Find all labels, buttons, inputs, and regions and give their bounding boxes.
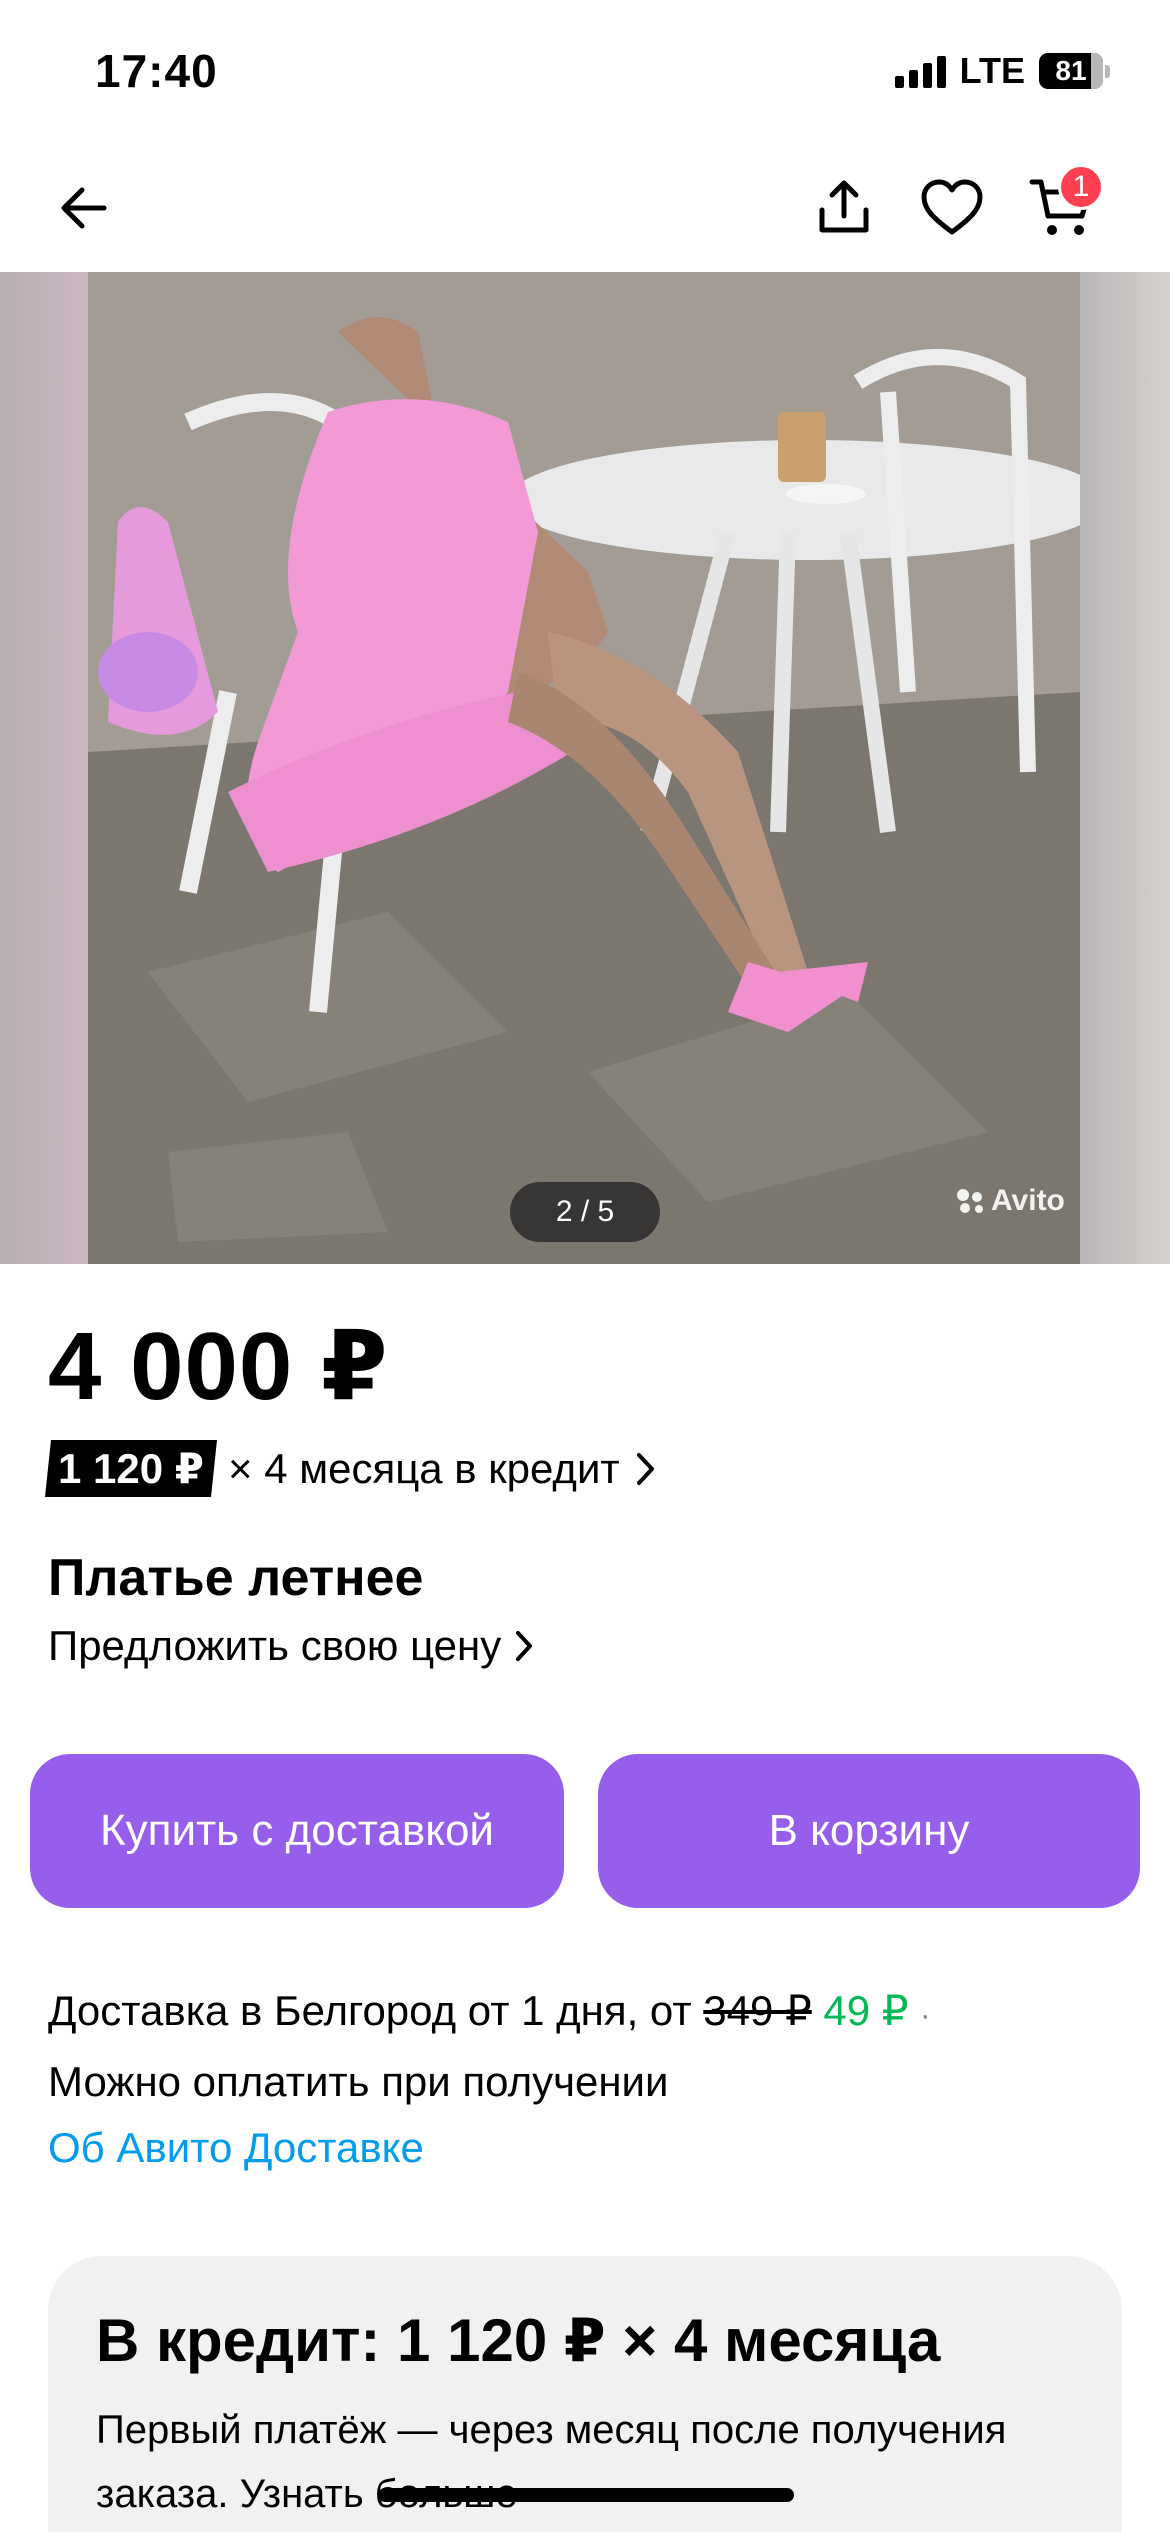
credit-monthly-badge: 1 120 ₽ [45,1440,217,1497]
delivery-text: Доставка в Белгород от 1 дня, от [48,1987,704,2034]
credit-terms: × 4 месяца в кредит [228,1444,620,1492]
about-delivery-link[interactable]: Об Авито Доставке [48,2115,930,2181]
chevron-right-icon [513,1628,535,1664]
chevron-right-icon [634,1450,658,1488]
offer-price-link[interactable]: Предложить свою цену [48,1622,535,1670]
signal-icon [894,54,946,88]
credit-card-title: В кредит: 1 120 ₽ × 4 месяца [96,2307,941,2374]
avito-watermark: Avito [955,1184,1065,1218]
buy-with-delivery-button[interactable]: Купить с доставкой [30,1754,564,1908]
back-button[interactable] [46,170,122,246]
delivery-info: Доставка в Белгород от 1 дня, от 349 ₽ 4… [48,1978,930,2181]
share-button[interactable] [806,170,882,246]
heart-icon [921,179,983,235]
network-type: LTE [959,50,1025,91]
watermark-text: Avito [991,1184,1065,1217]
credit-offer-link[interactable]: 1 120 ₽ × 4 месяца в кредит [45,1440,658,1497]
credit-monthly-amount: 1 120 ₽ [58,1445,204,1492]
delivery-old-price: 349 ₽ [703,1987,812,2034]
payment-on-delivery: Можно оплатить при получении [48,2058,669,2105]
favorite-button[interactable] [914,170,990,246]
add-to-cart-button[interactable]: В корзину [598,1754,1140,1908]
top-nav-bar: 1 [0,140,1170,272]
cart-button[interactable]: 1 [1024,164,1104,246]
status-bar: 17:40 LTE 81 [0,0,1170,140]
delivery-line: Доставка в Белгород от 1 дня, от 349 ₽ 4… [48,1978,930,2049]
photo-gallery[interactable]: 2 / 5 Avito [0,272,1170,1264]
battery-icon: 81 [1039,53,1110,89]
battery-level: 81 [1055,55,1087,86]
status-time: 17:40 [95,45,218,97]
delivery-new-price: 49 ₽ [823,1987,909,2034]
product-photo[interactable] [88,272,1080,1264]
photo-counter: 2 / 5 [510,1182,660,1242]
offer-price-label: Предложить свою цену [48,1622,502,1669]
home-indicator [378,2488,794,2502]
arrow-left-icon [61,187,107,229]
share-icon [819,180,869,233]
dress-photo-illustration [88,272,1080,1264]
cart-count-badge: 1 [1058,164,1104,210]
next-photo-preview[interactable] [1080,272,1170,1264]
previous-photo-preview[interactable] [0,272,88,1264]
separator-dot: · [920,1999,931,2032]
avito-logo-icon [957,1189,983,1213]
product-title: Платье летнее [48,1549,424,1607]
status-indicators: LTE 81 [894,50,1110,92]
credit-card-description: Первый платёж — через месяц после получе… [96,2408,1007,2516]
product-price: 4 000 ₽ [48,1313,389,1420]
